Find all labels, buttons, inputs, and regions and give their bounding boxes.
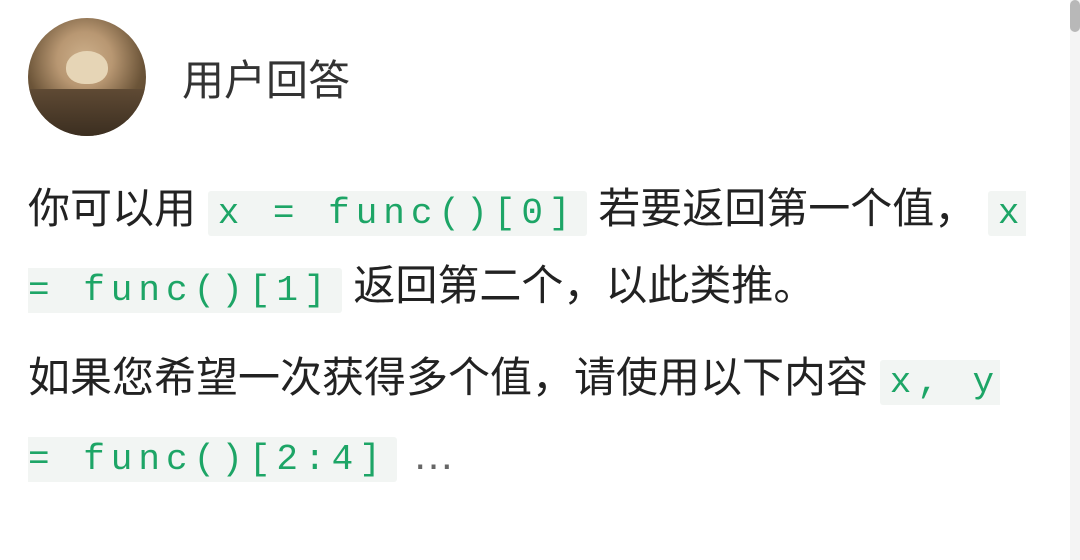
text-segment: 你可以用 <box>28 185 196 232</box>
ellipsis: … <box>413 431 455 478</box>
avatar[interactable] <box>28 18 146 136</box>
text-segment: 若要返回第一个值， <box>598 185 976 232</box>
inline-code: x = func()[0] <box>208 191 587 236</box>
paragraph-1: 你可以用 x = func()[0] 若要返回第一个值， x = func()[… <box>28 170 1040 325</box>
answer-header: 用户回答 <box>28 18 1040 136</box>
answer-body: 你可以用 x = func()[0] 若要返回第一个值， x = func()[… <box>28 170 1040 493</box>
scrollbar-thumb[interactable] <box>1070 0 1080 32</box>
paragraph-2: 如果您希望一次获得多个值，请使用以下内容 x, y = func()[2:4] … <box>28 339 1040 494</box>
username-label[interactable]: 用户回答 <box>182 47 350 108</box>
text-segment: 返回第二个，以此类推。 <box>353 262 815 309</box>
scrollbar-track[interactable] <box>1070 0 1080 560</box>
text-segment: 如果您希望一次获得多个值，请使用以下内容 <box>28 354 868 401</box>
